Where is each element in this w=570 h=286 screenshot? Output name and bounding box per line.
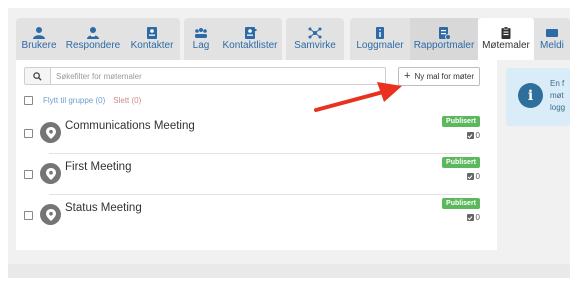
- check-count: 0: [466, 172, 480, 181]
- tab-brukere[interactable]: Brukere: [16, 18, 62, 60]
- network-icon: [308, 27, 322, 39]
- tab-respondere[interactable]: Respondere: [62, 18, 124, 60]
- team-icon: [195, 28, 207, 38]
- search-input[interactable]: [56, 68, 381, 84]
- info-text-line: En f: [550, 79, 565, 88]
- search-icon: [33, 71, 42, 81]
- tab-label: Respondere: [65, 40, 121, 51]
- check-count-value: 0: [475, 172, 480, 181]
- tab-kontaktlister[interactable]: Kontaktlister: [218, 18, 282, 60]
- row-checkbox[interactable]: [24, 211, 33, 220]
- check-count-value: 0: [475, 213, 480, 222]
- tab-label: Meldi: [540, 40, 564, 51]
- tab-label: Rapportmaler: [413, 40, 475, 51]
- bulk-actions: Flytt til gruppe (0) Slett (0): [24, 94, 141, 106]
- tab-label: Lag: [192, 40, 210, 51]
- tab-label: Brukere: [21, 40, 57, 51]
- checkbox-checked-icon: [466, 214, 474, 221]
- check-count: 0: [466, 213, 480, 222]
- tab-rapportmaler[interactable]: Rapportmaler: [410, 18, 478, 60]
- tab-group-people: Brukere Respondere Kontakter: [16, 18, 180, 60]
- status-badge: Publisert: [442, 198, 480, 209]
- info-text-line: møt: [550, 91, 564, 100]
- table-row[interactable]: Communications Meeting Publisert 0: [24, 112, 480, 152]
- check-count: 0: [466, 131, 480, 140]
- info-text: En f møt logg: [550, 78, 565, 114]
- contact-card-icon: [147, 27, 157, 39]
- checkbox-checked-icon: [466, 173, 474, 180]
- contact-list-icon: [245, 27, 257, 39]
- search-button[interactable]: [25, 68, 51, 84]
- map-pin-icon: [40, 122, 61, 143]
- new-meeting-template-label: Ny mal for møter: [414, 72, 474, 81]
- info-icon: i: [518, 83, 543, 108]
- message-icon: [546, 29, 558, 37]
- tab-group-templates: Loggmaler Rapportmaler Møtemaler Meldi: [350, 18, 570, 60]
- report-template-icon: [439, 27, 451, 40]
- info-text-line: logg: [550, 103, 566, 112]
- tab-kontakter[interactable]: Kontakter: [124, 18, 180, 60]
- tab-group-teams: Lag Kontaktlister: [184, 18, 282, 60]
- tab-motemaler[interactable]: Møtemaler: [478, 18, 534, 60]
- row-title[interactable]: Status Meeting: [65, 202, 142, 214]
- row-title[interactable]: Communications Meeting: [65, 120, 195, 132]
- clipboard-icon: [501, 26, 511, 39]
- search-box: [24, 67, 386, 85]
- checkbox-checked-icon: [466, 132, 474, 139]
- delete-link[interactable]: Slett (0): [113, 96, 141, 105]
- user-icon: [33, 27, 45, 39]
- tab-label: Loggmaler: [356, 40, 404, 51]
- status-badge: Publisert: [442, 116, 480, 127]
- tab-label: Samvirke: [294, 40, 336, 51]
- map-pin-icon: [40, 163, 61, 184]
- page-footer-band: [8, 264, 570, 278]
- new-meeting-template-button[interactable]: + Ny mal for møter: [398, 67, 480, 86]
- table-row[interactable]: First Meeting Publisert 0: [24, 153, 480, 193]
- status-badge: Publisert: [442, 157, 480, 168]
- check-count-value: 0: [475, 131, 480, 140]
- row-title[interactable]: First Meeting: [65, 161, 131, 173]
- tab-lag[interactable]: Lag: [184, 18, 218, 60]
- tab-samvirke[interactable]: Samvirke: [286, 18, 344, 60]
- tab-label: Møtemaler: [482, 40, 530, 51]
- row-checkbox[interactable]: [24, 170, 33, 179]
- info-box: i En f møt logg: [506, 68, 570, 126]
- row-checkbox[interactable]: [24, 129, 33, 138]
- move-to-group-link[interactable]: Flytt til gruppe (0): [43, 96, 105, 105]
- map-pin-icon: [40, 204, 61, 225]
- respondent-icon: [87, 27, 99, 39]
- tab-label: Kontaktlister: [222, 40, 278, 51]
- tab-label: Kontakter: [130, 40, 174, 51]
- log-template-icon: [376, 27, 384, 39]
- table-row[interactable]: Status Meeting Publisert 0: [24, 194, 480, 234]
- select-all-checkbox[interactable]: [24, 95, 33, 105]
- tab-group-cooperation: Samvirke: [286, 18, 344, 60]
- plus-icon: +: [404, 70, 411, 82]
- tab-loggmaler[interactable]: Loggmaler: [350, 18, 410, 60]
- tab-meldinger[interactable]: Meldi: [534, 18, 570, 60]
- meeting-templates-panel: + Ny mal for møter Flytt til gruppe (0) …: [16, 60, 497, 250]
